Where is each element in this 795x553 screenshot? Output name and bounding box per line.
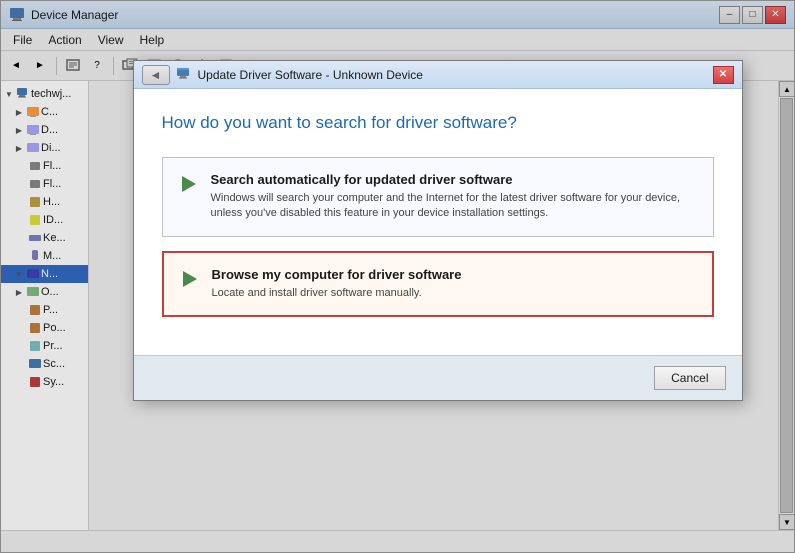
dialog-body: How do you want to search for driver sof… [134, 89, 742, 355]
option-search-automatically[interactable]: Search automatically for updated driver … [162, 157, 714, 237]
modal-overlay: ◄ Update Driver Software - Unknown Devic… [0, 0, 795, 553]
option-browse-computer[interactable]: Browse my computer for driver software L… [162, 251, 714, 317]
dialog-title-icon [176, 65, 192, 84]
dialog-title-text: Update Driver Software - Unknown Device [198, 68, 423, 82]
dialog-back-button[interactable]: ◄ [142, 65, 170, 85]
dialog-footer: Cancel [134, 355, 742, 400]
dialog-heading: How do you want to search for driver sof… [162, 113, 714, 133]
browse-arrow [180, 269, 200, 289]
search-auto-arrow [179, 174, 199, 194]
cancel-button[interactable]: Cancel [654, 366, 725, 390]
option-browse-desc: Locate and install driver software manua… [212, 286, 696, 301]
option-search-auto-desc: Windows will search your computer and th… [211, 191, 697, 222]
dialog-close-button[interactable]: ✕ [713, 66, 734, 84]
option-browse-title: Browse my computer for driver software [212, 267, 696, 282]
dialog-title-bar: ◄ Update Driver Software - Unknown Devic… [134, 61, 742, 89]
option-search-auto-title: Search automatically for updated driver … [211, 172, 697, 187]
update-driver-dialog: ◄ Update Driver Software - Unknown Devic… [133, 60, 743, 401]
